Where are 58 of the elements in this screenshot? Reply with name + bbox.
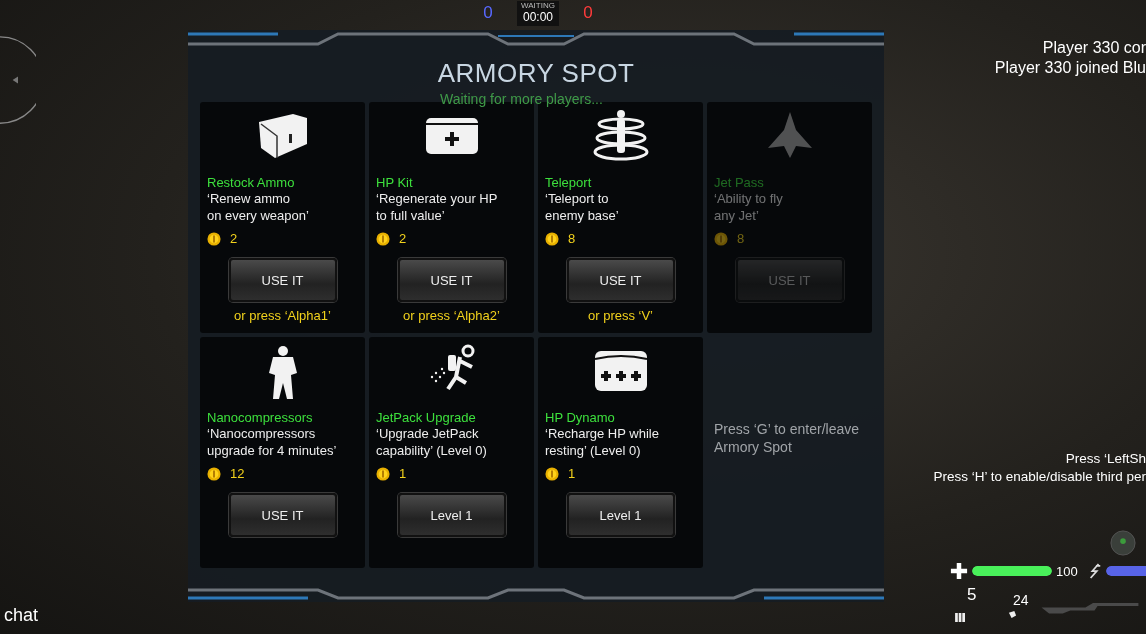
item-price: 2 bbox=[399, 231, 407, 246]
item-description: ‘Recharge HP while resting’ (Level 0) bbox=[545, 425, 660, 459]
coin-icon bbox=[207, 231, 221, 246]
item-description: ‘Ability to fly any Jet’ bbox=[714, 190, 784, 224]
hint-text: Press ‘H’ to enable/disable third per bbox=[933, 469, 1146, 484]
use-button[interactable]: Level 1 bbox=[397, 493, 506, 537]
bullet-icon bbox=[1008, 610, 1017, 619]
notification-text: Player 330 joined Blu bbox=[994, 59, 1146, 77]
item-price: 8 bbox=[737, 231, 745, 246]
use-button[interactable]: USE IT bbox=[228, 258, 337, 302]
coin-icon bbox=[714, 231, 728, 246]
grenade-count: 5 bbox=[967, 585, 977, 605]
coin-icon bbox=[376, 231, 390, 246]
jetpack-fuel-icon bbox=[1087, 563, 1102, 579]
right-team-score: 0 bbox=[582, 3, 594, 23]
use-button[interactable]: Level 1 bbox=[566, 493, 675, 537]
notification-text: Player 330 cor bbox=[1042, 39, 1146, 57]
item-description: ‘Upgrade JetPack capability’ (Level 0) bbox=[376, 425, 488, 459]
coin-icon bbox=[207, 466, 221, 481]
status-message: Waiting for more players... bbox=[440, 91, 603, 107]
item-description: ‘Nanocompressors upgrade for 4 minutes’ bbox=[207, 425, 338, 459]
item-name: Jet Pass bbox=[714, 175, 765, 190]
key-hint: or press ‘V’ bbox=[587, 308, 654, 323]
use-button[interactable]: USE IT bbox=[566, 258, 675, 302]
use-button: USE IT bbox=[735, 258, 844, 302]
key-hint: or press ‘Alpha1’ bbox=[233, 308, 332, 323]
item-price: 1 bbox=[399, 466, 407, 481]
status-message: Press ‘G’ to enter/leave Armory Spot bbox=[714, 420, 860, 456]
ammo-count: 24 bbox=[1013, 592, 1029, 608]
coin-icon bbox=[376, 466, 390, 481]
key-hint: or press ‘Alpha2’ bbox=[402, 308, 501, 323]
item-price: 8 bbox=[568, 231, 576, 246]
item-name: Restock Ammo bbox=[207, 175, 296, 190]
match-status: WAITING bbox=[521, 0, 555, 10]
left-team-score: 0 bbox=[482, 3, 494, 23]
match-timer: 00:00 bbox=[522, 9, 553, 24]
radar-icon bbox=[1110, 530, 1136, 556]
item-description: ‘Teleport to enemy base’ bbox=[545, 190, 620, 224]
use-button[interactable]: USE IT bbox=[397, 258, 506, 302]
chat-label[interactable]: chat bbox=[4, 605, 39, 626]
item-price: 1 bbox=[568, 466, 576, 481]
health-value: 100 bbox=[1056, 563, 1078, 579]
coin-icon bbox=[545, 231, 559, 246]
item-name: JetPack Upgrade bbox=[376, 410, 477, 425]
item-name: HP Kit bbox=[376, 175, 414, 190]
ammo-clip-icon bbox=[955, 613, 966, 622]
panel-title: ARMORY SPOT bbox=[437, 58, 635, 88]
item-name: HP Dynamo bbox=[545, 410, 616, 425]
item-price: 12 bbox=[230, 466, 245, 481]
item-name: Nanocompressors bbox=[207, 410, 314, 425]
use-button[interactable]: USE IT bbox=[228, 493, 337, 537]
hint-text: Press ‘LeftSh bbox=[1065, 451, 1146, 466]
item-description: ‘Renew ammo on every weapon’ bbox=[207, 190, 310, 224]
health-icon bbox=[950, 562, 968, 580]
item-price: 2 bbox=[230, 231, 238, 246]
item-description: ‘Regenerate your HP to full value’ bbox=[376, 190, 499, 224]
item-name: Teleport bbox=[545, 175, 593, 190]
coin-icon bbox=[545, 466, 559, 481]
